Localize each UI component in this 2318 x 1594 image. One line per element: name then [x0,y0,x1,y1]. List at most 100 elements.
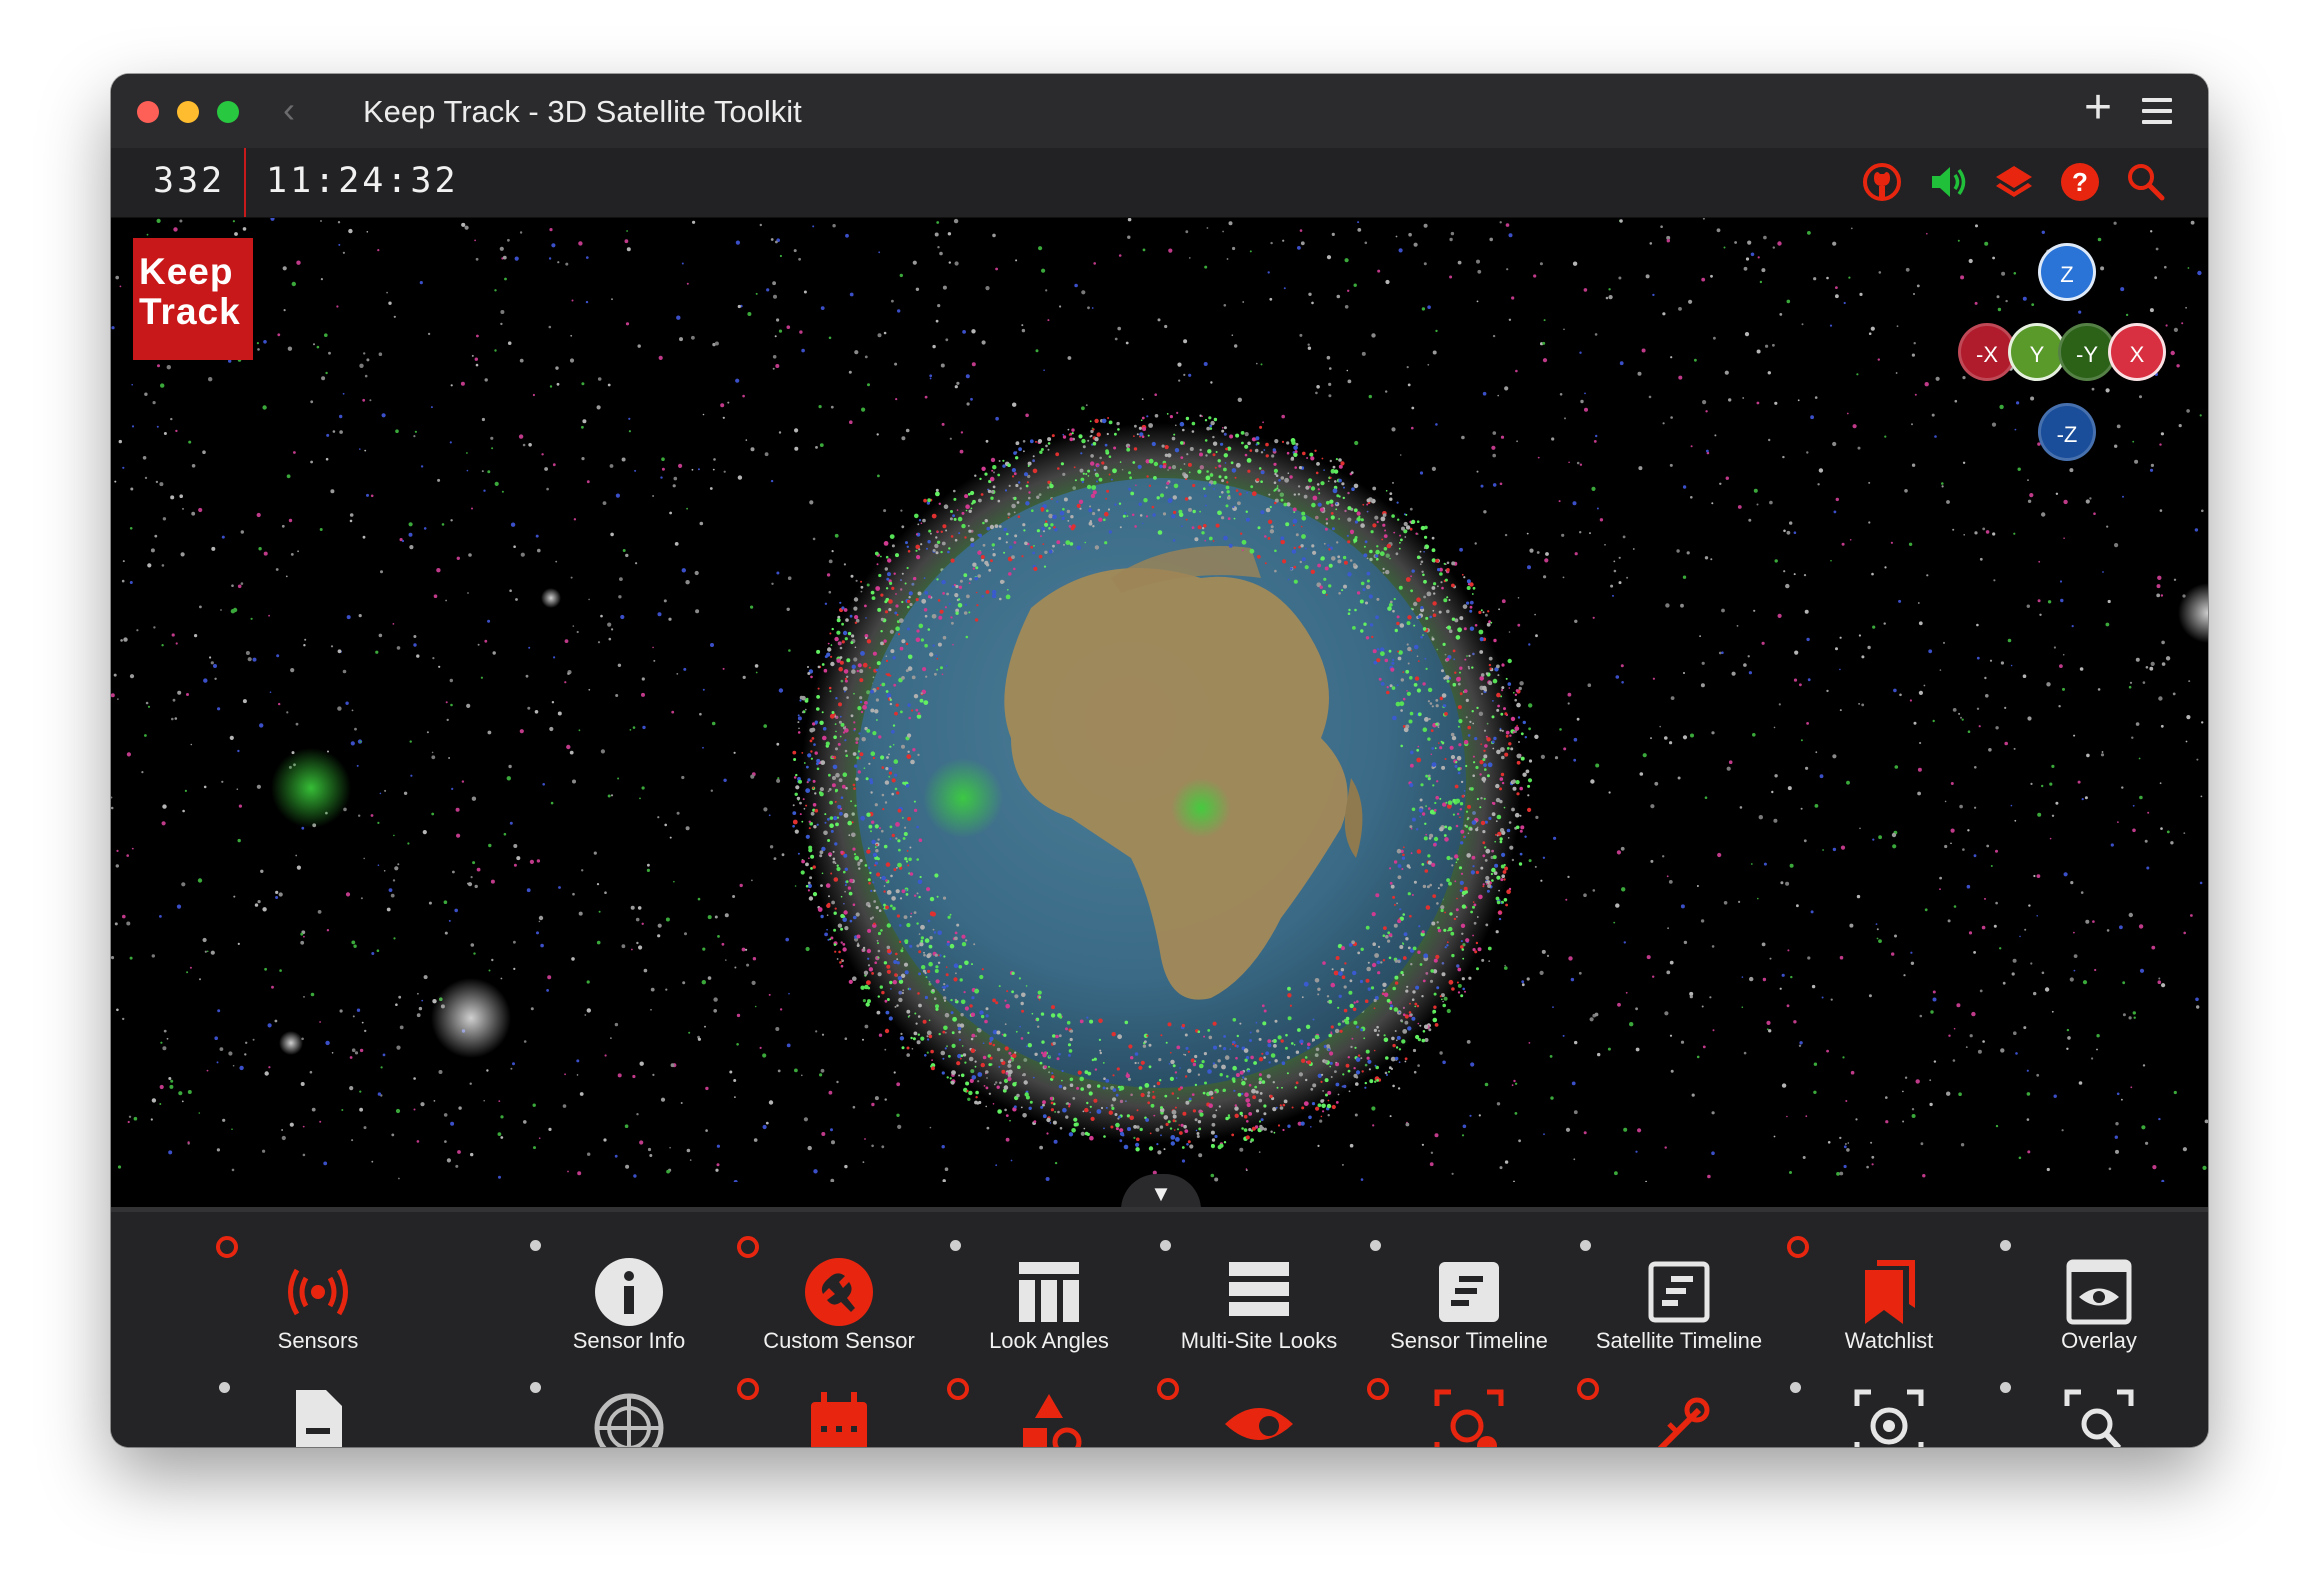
satellite-dot [1087,306,1090,310]
satellite-dot [819,1073,823,1077]
satellite-dot [917,753,920,757]
satellite-dot [1226,490,1230,494]
satellite-dot [1072,1097,1076,1100]
satellite-dot [1181,1159,1186,1163]
satellite-dot [1777,613,1782,618]
sound-icon[interactable] [1926,160,1970,204]
satellite-dot [1146,475,1149,478]
satellite-dot [1256,554,1261,559]
globe-viewport[interactable]: Keep Track Z -X Y -Y X -Z [111,218,2208,1182]
help-icon[interactable]: ? [2058,160,2102,204]
satellite-dot [905,642,909,646]
satellite-dot [388,301,392,305]
satellite-dot [1302,451,1306,456]
satellite-dot [1360,1178,1364,1181]
satellite-dot [1965,1046,1968,1048]
satellite-dot [126,752,131,757]
zoom-window-button[interactable] [217,101,239,123]
satellite-dot [126,854,129,857]
satellite-dot [966,402,970,406]
satellite-dot [875,586,881,591]
satellite-dot [1852,424,1857,429]
satellite-dot [1517,716,1521,719]
satellite-dot [1425,616,1429,620]
satellite-dot [1978,725,1981,728]
satellite-dot [432,657,435,660]
satellite-dot [1025,501,1030,506]
satellite-dot [386,907,391,912]
satellite-dot [1101,418,1107,424]
satellite-dot [1035,349,1039,353]
satellite-dot [1263,1112,1267,1116]
satellite-dot [803,1117,809,1122]
satellite-dot [1444,712,1448,716]
satellite-dot [807,666,809,668]
satellite-dot [2139,395,2142,399]
satellite-dot [1583,893,1587,897]
satellite-dot [1197,469,1202,474]
layers-icon[interactable] [1992,160,2036,204]
satellite-dot [1911,463,1916,467]
satellite-dot [2037,812,2042,817]
satellite-dot [1406,621,1411,626]
close-window-button[interactable] [137,101,159,123]
satellite-dot [823,668,828,673]
satellite-dot [2063,872,2068,877]
satellite-dot [2182,1147,2187,1152]
satellite-dot [803,807,806,810]
satellite-dot [177,690,182,695]
satellite-dot [913,576,917,581]
minimize-window-button[interactable] [177,101,199,123]
satellite-dot [821,1033,825,1036]
satellite-dot [567,1170,569,1173]
satellite-dot [2160,594,2164,597]
satellite-dot [820,1068,825,1073]
satellite-scene[interactable] [111,218,2208,1182]
satellite-dot [2022,296,2027,301]
satellite-dot [1331,527,1335,531]
satellite-dot [155,480,159,484]
simulation-clock[interactable]: 11:24:32 [266,161,459,201]
satellite-dot [980,493,984,496]
satellite-dot [1605,296,1609,300]
satellite-dot [971,329,976,334]
new-tab-plus-icon[interactable]: + [2084,84,2112,132]
satellite-dot [1309,452,1314,457]
satellite-dot [1052,1041,1056,1046]
satellite-dot [1497,394,1499,397]
back-chevron-icon[interactable]: ‹ [283,92,295,128]
satellite-dot [1902,1090,1904,1093]
satellite-dot [799,813,802,816]
satellite-dot [956,1061,961,1066]
satellite-dot [831,1140,835,1145]
satellite-dot [2158,696,2163,701]
satellite-dot [1398,585,1403,590]
satellite-dot [1385,279,1390,285]
hamburger-menu-icon[interactable] [2142,98,2172,124]
satellite-dot [930,1065,933,1068]
satellite-dot [1984,676,1987,680]
satellite-dot [276,654,280,658]
satellite-dot [1440,905,1445,910]
satellite-dot [1493,638,1497,643]
satellite-dot [897,976,902,981]
satellite-dot [1385,1056,1389,1060]
satellite-dot [2066,1047,2069,1050]
satellite-dot [1620,846,1625,851]
satellite-dot [888,776,890,778]
search-icon[interactable] [2124,160,2168,204]
github-icon[interactable] [1860,160,1904,204]
satellite-dot [1328,1033,1332,1038]
satellite-dot [852,903,856,906]
satellite-dot [1212,540,1215,542]
satellite-dot [1416,828,1419,831]
satellite-dot [1305,1078,1308,1082]
satellite-dot [1349,1003,1354,1009]
satellite-dot [1447,826,1452,831]
satellite-dot [632,1074,636,1079]
satellite-dot [788,649,791,652]
satellite-dot [2027,716,2032,721]
satellite-dot [803,762,806,764]
satellite-dot [356,764,359,767]
satellite-dot [1665,603,1670,608]
